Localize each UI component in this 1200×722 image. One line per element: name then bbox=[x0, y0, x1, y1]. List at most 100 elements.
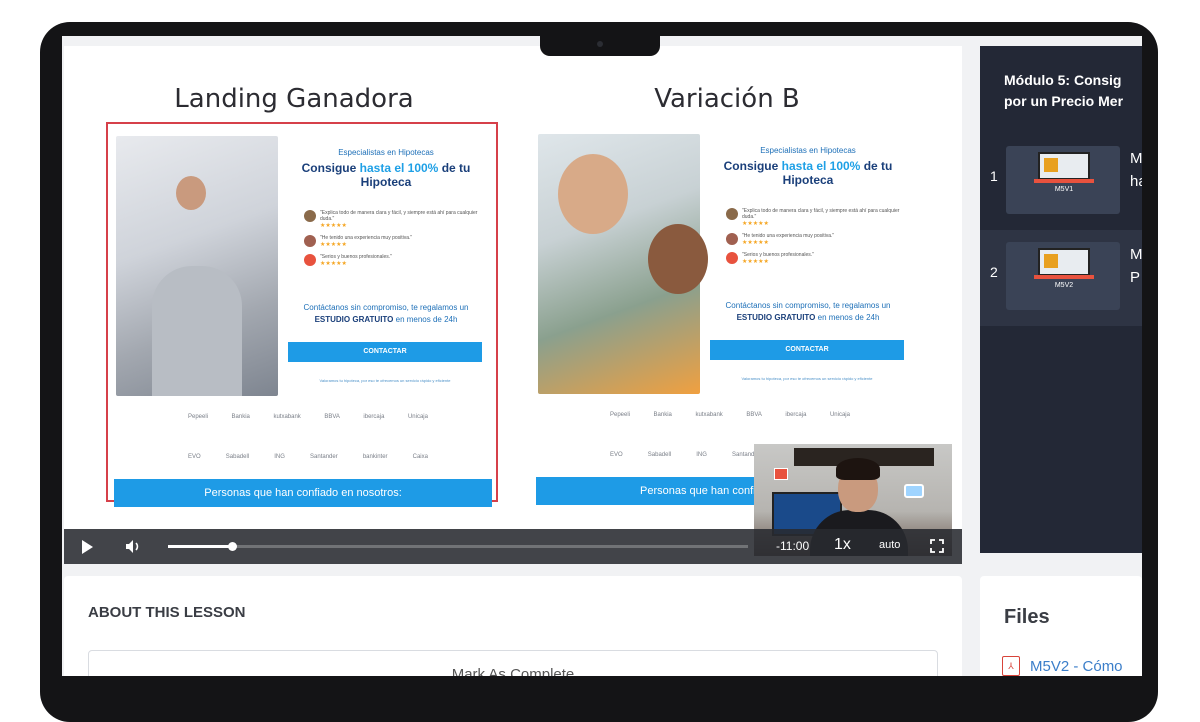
bank-logo: BBVA bbox=[746, 412, 762, 418]
webcam-sign bbox=[774, 468, 788, 480]
bank-logo: Santander bbox=[310, 454, 338, 460]
bank-logo: ibercaja bbox=[785, 412, 807, 418]
bank-logo: EVO bbox=[188, 454, 201, 460]
bank-logos-row: Pepeeli Bankia kutxabank BBVA ibercaja Unicaj… bbox=[610, 412, 850, 418]
person-head bbox=[176, 176, 206, 210]
lesson-title: Mha bbox=[1130, 148, 1142, 193]
cta-bold: ESTUDIO GRATUITO bbox=[736, 313, 816, 322]
star-rating: ★★★★★ bbox=[320, 242, 347, 248]
presenter-hair bbox=[836, 458, 880, 480]
reviewer-avatar bbox=[726, 233, 738, 245]
cta-line: en menos de 24h bbox=[393, 315, 458, 324]
landing-ganadora-preview: Especialistas en Hipotecas Consigue hast… bbox=[106, 122, 498, 507]
module-title-line: Módulo 5: Consig bbox=[1004, 72, 1122, 88]
review-text: "Explica todo de manera clara y fácil, y… bbox=[742, 208, 900, 220]
lesson-number: 1 bbox=[990, 168, 998, 184]
bank-logo: Caixa bbox=[412, 454, 428, 460]
review-item: "Explica todo de manera clara y fácil, y… bbox=[304, 210, 484, 229]
bank-logo: bankinter bbox=[362, 454, 388, 460]
bank-logos-row: EVO Sabadell ING Santander bankinter Caixa bbox=[188, 454, 428, 460]
progress-bar[interactable] bbox=[168, 542, 748, 551]
reviewer-avatar bbox=[726, 208, 738, 220]
screen: Landing Ganadora Variación B Especialist… bbox=[62, 36, 1142, 676]
lesson-item[interactable]: 1 M5V1 Mha bbox=[980, 134, 1142, 230]
couple-photo bbox=[116, 136, 278, 396]
reviewer-avatar bbox=[304, 254, 316, 266]
landing-kicker: Especialistas en Hipotecas bbox=[760, 146, 856, 155]
star-rating: ★★★★★ bbox=[742, 240, 769, 246]
fineprint: Valoramos tu hipoteca, por eso te ofrece… bbox=[741, 376, 873, 381]
star-rating: ★★★★★ bbox=[320, 223, 347, 229]
files-card: Files ⅄ M5V2 - Cómo bbox=[980, 576, 1142, 676]
fineprint: Valoramos tu hipoteca, por eso te ofrece… bbox=[319, 378, 451, 383]
couple-photo bbox=[538, 134, 708, 394]
bank-logo: Sabadell bbox=[225, 454, 250, 460]
lesson-thumbnail: M5V2 bbox=[1006, 242, 1120, 310]
lesson-title-line: M bbox=[1130, 246, 1142, 263]
landing-headline: Consigue hasta el 100% de tu Hipoteca bbox=[286, 161, 486, 189]
lesson-title-line: P bbox=[1130, 268, 1141, 286]
lesson-code: M5V2 bbox=[1054, 282, 1074, 289]
bank-logo: EVO bbox=[610, 452, 623, 458]
bank-logo: Pepeeli bbox=[610, 412, 631, 418]
thumb-band bbox=[1034, 179, 1094, 183]
bank-logo: ING bbox=[274, 454, 285, 460]
bank-logo: ING bbox=[696, 452, 707, 458]
play-icon[interactable] bbox=[82, 540, 93, 554]
review-item: "Serios y buenos profesionales." ★★★★★ bbox=[726, 252, 906, 265]
camera-notch bbox=[540, 34, 660, 56]
thumb-graphic bbox=[1044, 254, 1058, 268]
trust-bar: Personas que han confiad bbox=[536, 477, 756, 505]
bank-logo: ibercaja bbox=[363, 414, 385, 420]
review-item: "He tenido una experiencia muy positiva.… bbox=[726, 233, 906, 246]
thumb-graphic bbox=[1044, 158, 1058, 172]
reviewer-avatar bbox=[304, 210, 316, 222]
playback-speed[interactable]: 1x bbox=[834, 536, 851, 554]
lesson-title-line: ha bbox=[1130, 172, 1142, 190]
cta-line: Contáctanos sin compromiso, te regalamos… bbox=[725, 301, 891, 310]
lesson-code: M5V1 bbox=[1054, 186, 1074, 193]
headline-highlight: hasta el 100% bbox=[781, 159, 861, 173]
file-name[interactable]: M5V2 - Cómo bbox=[1030, 658, 1123, 675]
bank-logo: Unicaja bbox=[829, 412, 850, 418]
contactar-button: CONTACTAR bbox=[288, 342, 482, 362]
reviews-list: "Explica todo de manera clara y fácil, y… bbox=[726, 208, 906, 271]
bank-logo: kutxabank bbox=[695, 412, 723, 418]
cta-text: Contáctanos sin compromiso, te regalamos… bbox=[708, 300, 908, 324]
progress-fill bbox=[168, 545, 232, 548]
volume-icon[interactable] bbox=[124, 538, 142, 555]
player-controls: -11:00 1x auto bbox=[64, 529, 962, 564]
bank-logo: Unicaja bbox=[407, 414, 428, 420]
star-rating: ★★★★★ bbox=[742, 221, 769, 227]
reviewer-avatar bbox=[304, 235, 316, 247]
mark-complete-button[interactable]: Mark As Complete bbox=[88, 650, 938, 676]
cta-text: Contáctanos sin compromiso, te regalamos… bbox=[286, 302, 486, 326]
landing-kicker: Especialistas en Hipotecas bbox=[338, 148, 434, 157]
bank-logo: kutxabank bbox=[273, 414, 301, 420]
file-link[interactable]: ⅄ M5V2 - Cómo bbox=[1002, 656, 1123, 676]
thumb-screen bbox=[1038, 152, 1090, 180]
bank-logo: Sabadell bbox=[647, 452, 672, 458]
about-heading: ABOUT THIS LESSON bbox=[88, 604, 246, 621]
cta-line: Contáctanos sin compromiso, te regalamos… bbox=[303, 303, 469, 312]
progress-handle[interactable] bbox=[227, 542, 237, 551]
thumb-band bbox=[1034, 275, 1094, 279]
quality-selector[interactable]: auto bbox=[879, 539, 900, 551]
files-heading: Files bbox=[1004, 606, 1050, 628]
landing-headline: Consigue hasta el 100% de tu Hipoteca bbox=[708, 159, 908, 187]
module-sidebar: Módulo 5: Consig por un Precio Mer 1 M5V1… bbox=[980, 46, 1142, 553]
lesson-title: MP bbox=[1130, 244, 1142, 289]
module-title-line: por un Precio Mer bbox=[1004, 93, 1124, 109]
headline-highlight: hasta el 100% bbox=[359, 161, 439, 175]
module-title: Módulo 5: Consig por un Precio Mer bbox=[1004, 70, 1142, 112]
lesson-thumbnail: M5V1 bbox=[1006, 146, 1120, 214]
lesson-item-active[interactable]: 2 M5V2 MP bbox=[980, 230, 1142, 326]
review-item: "Explica todo de manera clara y fácil, y… bbox=[726, 208, 906, 227]
contactar-button: CONTACTAR bbox=[710, 340, 904, 360]
about-lesson-card: ABOUT THIS LESSON Mark As Complete bbox=[64, 576, 962, 676]
fullscreen-icon[interactable] bbox=[930, 539, 944, 553]
thumb-screen bbox=[1038, 248, 1090, 276]
video-player[interactable]: Landing Ganadora Variación B Especialist… bbox=[64, 46, 962, 564]
review-item: "He tenido una experiencia muy positiva.… bbox=[304, 235, 484, 248]
cta-bold: ESTUDIO GRATUITO bbox=[314, 315, 394, 324]
